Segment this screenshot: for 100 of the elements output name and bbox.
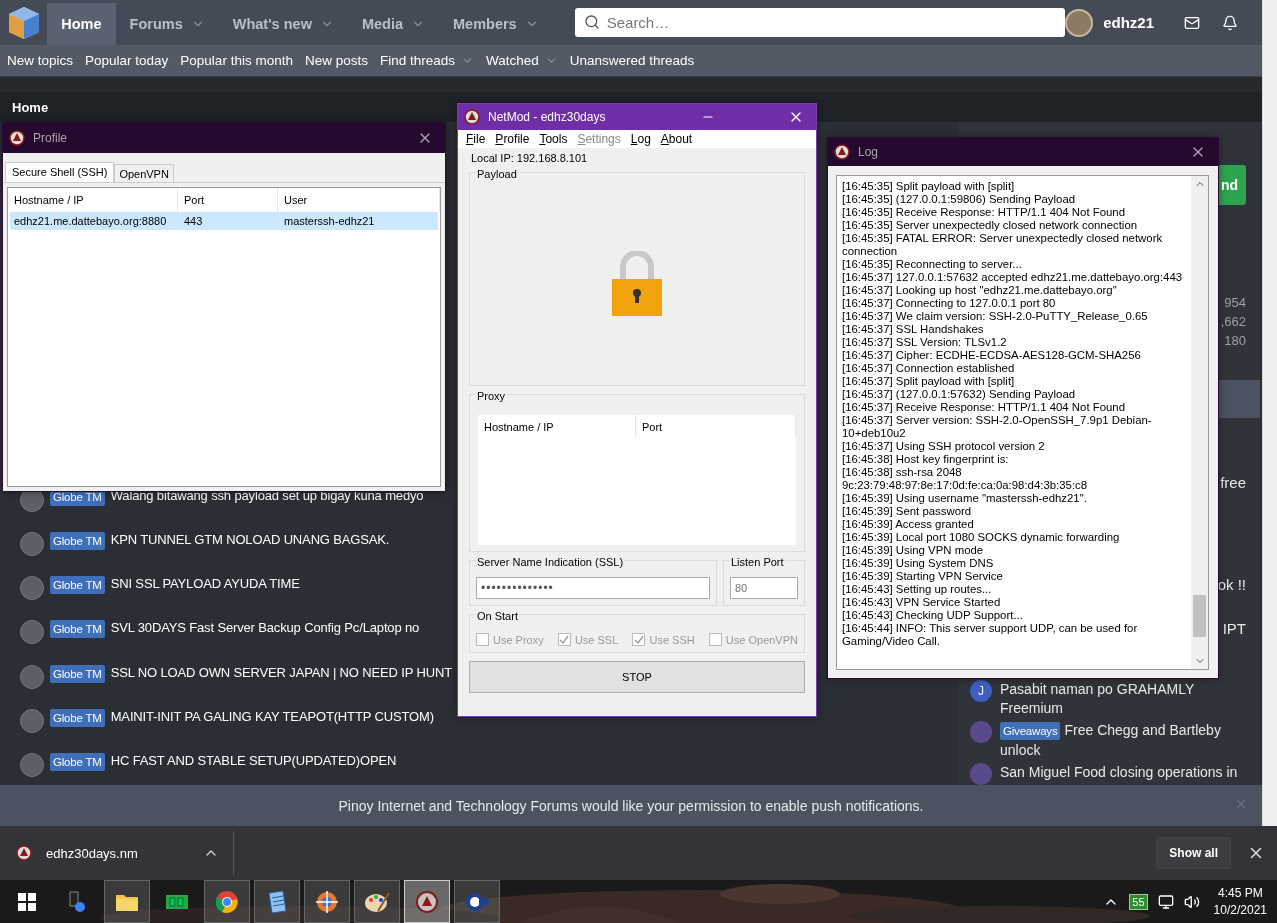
browser-icon: [215, 889, 239, 914]
cube-logo-icon[interactable]: [6, 4, 41, 41]
group-label: Listen Port: [730, 556, 785, 568]
taskbar-app[interactable]: [354, 880, 400, 923]
thread-title[interactable]: SNI SSL PAYLOAD AYUDA TIME: [110, 576, 300, 592]
table-cell-text: masterssh-edhz21: [283, 215, 376, 227]
column-header[interactable]: Port: [636, 415, 796, 437]
port-field[interactable]: 80: [730, 577, 798, 599]
log-line: [16:45:37] Using SSH protocol version 2: [842, 440, 1046, 453]
thread-title[interactable]: SVL 30DAYS Fast Server Backup Config Pc/Laptop no: [110, 620, 420, 636]
avatar: [970, 763, 992, 785]
log-line: [16:45:37] Looking up host "edhz21.me.dattebayo.org": [842, 284, 1118, 297]
menu-item[interactable]: Log: [630, 132, 651, 146]
notification-text: Pinoy Internet and Technology Forums would like your permission to enable push notifications.: [338, 797, 924, 814]
subnav-link[interactable]: New posts: [299, 53, 373, 68]
taskbar-app[interactable]: [254, 880, 300, 923]
menu-item[interactable]: File: [466, 132, 486, 146]
menu-item[interactable]: Profile: [495, 132, 530, 146]
taskbar-app[interactable]: [204, 880, 250, 923]
log-line: [16:45:37] 127.0.0.1:57632 accepted edhz21.me.dattebayo.org:443: [842, 271, 1184, 284]
stat-value: ,662: [1220, 314, 1246, 329]
stat-value: 180: [1224, 333, 1246, 348]
log-line: [16:45:37] Split payload with [split]: [842, 375, 1016, 388]
log-line: [16:45:37] Receive Response: HTTP/1.1 404 Not Found: [842, 401, 1127, 414]
prefix-tag[interactable]: Globe TM: [50, 664, 105, 683]
subnav-link[interactable]: Unanswered threads: [564, 53, 700, 68]
column-header[interactable]: Hostname / IP: [478, 415, 636, 437]
prefix-tag[interactable]: Globe TM: [50, 620, 105, 639]
breadcrumb-link[interactable]: Home: [12, 99, 49, 115]
target-icon: [315, 889, 339, 914]
log-line: [16:45:35] (127.0.0.1:59806) Sending Payload: [842, 193, 1077, 206]
log-line: [16:45:39] Using VPN mode: [842, 544, 985, 557]
stat-value: 954: [1224, 295, 1246, 310]
thread-title[interactable]: Pasabit naman po GRAHAMLY Freemium: [1000, 680, 1246, 718]
show-all-button[interactable]: Show all: [1156, 837, 1231, 869]
subnav-link[interactable]: Find threads: [374, 53, 479, 68]
log-line: [16:45:39] Access granted: [842, 518, 975, 531]
window-title: NetMod - edhz30days: [488, 110, 606, 124]
nav-tab[interactable]: What's new: [218, 3, 348, 45]
user-avatar[interactable]: [1065, 8, 1094, 37]
log-line: [16:45:35] FATAL ERROR: Server unexpectedly closed network connection: [842, 232, 1164, 258]
scroll-thumb[interactable]: [1193, 595, 1206, 637]
tab[interactable]: Secure Shell (SSH): [5, 162, 115, 182]
nav-tab[interactable]: Forums: [115, 3, 219, 45]
windows-icon: [18, 892, 36, 911]
tab[interactable]: OpenVPN: [114, 164, 174, 182]
avatar: J: [970, 680, 992, 702]
window-title: Profile: [33, 131, 67, 145]
log-line: [16:45:39] Using username "masterssh-edhz21".: [842, 492, 1088, 505]
thread-title[interactable]: ok !!: [1217, 576, 1246, 593]
prefix-tag[interactable]: Globe TM: [50, 708, 105, 727]
scrollbar[interactable]: [1191, 176, 1208, 669]
thread-title[interactable]: free: [1220, 474, 1246, 491]
log-line: [16:45:39] Using System DNS: [842, 557, 995, 570]
subnav-link[interactable]: Popular this month: [175, 53, 298, 68]
prefix-tag[interactable]: Globe TM: [50, 576, 105, 595]
avatar: [20, 576, 44, 601]
thread-title[interactable]: Walang bitawang ssh payload set up bigay kuna medyo: [110, 488, 424, 503]
subnav-link[interactable]: Popular today: [80, 53, 174, 68]
avatar: [20, 620, 44, 645]
stop-button[interactable]: STOP: [469, 661, 805, 693]
user-name[interactable]: edhz21: [1103, 14, 1154, 31]
thread-title[interactable]: HC FAST AND STABLE SETUP(UPDATED)OPEN: [110, 752, 397, 768]
volume-icon[interactable]: [1183, 893, 1200, 910]
log-line: [16:45:35] Reconnecting to server...: [842, 258, 1023, 271]
nav-tab[interactable]: Media: [347, 3, 439, 45]
clock[interactable]: 4:45 PM 10/2/2021: [1213, 884, 1267, 919]
avatar: [970, 721, 992, 743]
local-ip: Local IP: 192.168.8.101: [470, 152, 589, 164]
thread-title[interactable]: KPN TUNNEL GTM NOLOAD UNANG BAGSAK.: [110, 532, 390, 548]
group-label: On Start: [476, 610, 519, 622]
network-icon[interactable]: [1157, 893, 1174, 910]
thread-title[interactable]: MAINIT-INIT PA GALING KAY TEAPOT(HTTP CUSTOM): [110, 708, 434, 724]
nav-tab[interactable]: Members: [439, 3, 553, 45]
thread-title[interactable]: San Miguel Food closing operations in: [1000, 763, 1238, 782]
thread-title[interactable]: Giveaways Free Chegg and Bartleby unlock: [1000, 721, 1246, 760]
subnav-link[interactable]: New topics: [2, 53, 79, 68]
scrollbar[interactable]: [1262, 0, 1277, 826]
download-name[interactable]: edhz30days.nm: [46, 845, 138, 861]
menu-item[interactable]: About: [660, 132, 693, 146]
menu-item[interactable]: Tools: [539, 132, 568, 146]
taskbar-app[interactable]: [454, 880, 500, 923]
prefix-tag[interactable]: Globe TM: [50, 752, 105, 771]
thread-title[interactable]: SSL NO LOAD OWN SERVER JAPAN | NO NEED IP HUNT: [110, 664, 452, 680]
log-line: [16:45:39] Local port 1080 SOCKS dynamic forwarding: [842, 531, 1121, 544]
file-icon: [16, 845, 32, 861]
taskbar-app[interactable]: [304, 880, 350, 923]
prefix-tag[interactable]: Globe TM: [50, 532, 105, 551]
table-row[interactable]: edhz21.me.dattebayo.org:8880 443 masterssh-edhz21: [10, 212, 438, 230]
search-field[interactable]: Search…: [574, 8, 1066, 37]
subnav-link[interactable]: Watched: [481, 53, 563, 68]
thread-title[interactable]: IPT: [1222, 620, 1246, 637]
avatar: [20, 664, 44, 689]
log-line: [16:45:37] Connection established: [842, 362, 1016, 375]
window-title: Log: [858, 145, 879, 159]
taskbar-app[interactable]: [104, 880, 150, 923]
app-icon: [464, 109, 480, 125]
prefix-tag[interactable]: Giveaways: [1000, 722, 1061, 740]
sni-field[interactable]: ••••••••••••••: [476, 577, 710, 599]
nav-tab[interactable]: Home: [47, 3, 116, 45]
